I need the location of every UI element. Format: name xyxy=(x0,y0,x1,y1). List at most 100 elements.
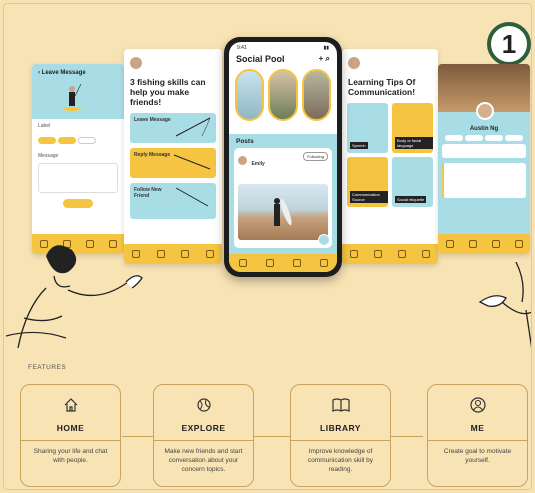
feature-card-home[interactable]: HOME Sharing your life and chat with peo… xyxy=(20,384,121,487)
tab-bar xyxy=(229,254,337,272)
tab-icon[interactable] xyxy=(205,250,214,258)
tab-icon[interactable] xyxy=(319,259,328,267)
hero-banner: ‹ Leave Message xyxy=(32,64,124,119)
post-username: Emily xyxy=(251,161,265,167)
tip-tile[interactable]: Speech xyxy=(347,103,388,153)
feature-card-library[interactable]: LIBRARY Improve knowledge of communicati… xyxy=(290,384,391,487)
label-chip[interactable] xyxy=(38,137,56,144)
tab-icon[interactable] xyxy=(468,240,477,248)
feature-description: Create goal to motivate yourself. xyxy=(443,448,512,464)
divider xyxy=(290,440,391,441)
features-label: FEATURES xyxy=(28,364,67,371)
tab-icon[interactable] xyxy=(181,250,190,258)
post-card[interactable]: Emily Following xyxy=(234,148,332,248)
tab-icon[interactable] xyxy=(156,250,165,258)
tag xyxy=(445,135,463,141)
tab-icon[interactable] xyxy=(491,240,500,248)
message-field-label: Message xyxy=(38,153,59,159)
tip-tile[interactable]: Communication Source xyxy=(347,157,388,207)
profile-avatar xyxy=(476,102,494,120)
story-item[interactable] xyxy=(235,69,265,121)
tab-bar xyxy=(438,234,530,254)
tip-tile[interactable]: Social etiquette xyxy=(392,157,433,207)
globe-icon xyxy=(194,395,214,415)
tag xyxy=(505,135,523,141)
tips-grid: Speech Body or facial language Communica… xyxy=(342,103,438,207)
label-chip[interactable] xyxy=(78,137,96,144)
book-icon xyxy=(331,395,351,415)
feature-title: EXPLORE xyxy=(181,423,226,433)
showcase-frame: 1 ‹ Leave Message Label Message 3 fishin… xyxy=(3,3,532,490)
feature-title: HOME xyxy=(56,423,85,433)
profile-body: Austin Ng xyxy=(438,112,530,234)
avatar xyxy=(348,57,360,69)
profile-name: Austin Ng xyxy=(469,126,499,132)
social-pool-screen: 9:41 ▮▮ Social Pool + ⌕ Posts Emily Follo… xyxy=(229,42,337,272)
label-chip[interactable] xyxy=(58,137,76,144)
follow-button[interactable]: Following xyxy=(303,152,328,161)
tab-icon[interactable] xyxy=(238,259,247,267)
learning-tips-screen: Learning Tips Of Communication! Speech B… xyxy=(342,49,438,264)
screen-title: 3 fishing skills can help you make frien… xyxy=(130,77,206,107)
person-illustration-icon xyxy=(478,262,531,348)
home-icon xyxy=(61,395,81,415)
app-title: Social Pool xyxy=(236,54,285,64)
screen-header: ‹ Leave Message xyxy=(38,70,86,76)
feature-title: LIBRARY xyxy=(320,423,361,433)
tab-icon[interactable] xyxy=(398,250,406,258)
add-icon[interactable]: + xyxy=(319,54,324,63)
send-button[interactable] xyxy=(63,199,93,208)
feature-card-explore[interactable]: EXPLORE Make new friends and start conve… xyxy=(153,384,254,487)
search-icon[interactable]: ⌕ xyxy=(326,54,330,63)
message-textarea[interactable] xyxy=(38,163,118,193)
avatar xyxy=(130,57,142,69)
tab-icon[interactable] xyxy=(445,240,454,248)
battery-icon: ▮▮ xyxy=(323,45,329,51)
feature-description: Improve knowledge of communication skill… xyxy=(307,448,374,473)
main-phone: 9:41 ▮▮ Social Pool + ⌕ Posts Emily Follo… xyxy=(224,37,342,277)
compose-button[interactable] xyxy=(318,234,330,246)
profile-tags xyxy=(438,135,530,141)
tag xyxy=(485,135,503,141)
feature-description: Make new friends and start conversation … xyxy=(164,448,243,473)
divider xyxy=(427,440,528,441)
surfer-photo-icon xyxy=(274,198,292,226)
fishing-rod-icon xyxy=(175,187,209,207)
fishing-rod-icon xyxy=(173,154,211,170)
post-image xyxy=(238,184,328,240)
fishing-rod-icon xyxy=(175,117,211,137)
story-item[interactable] xyxy=(268,69,298,121)
status-bar: 9:41 ▮▮ xyxy=(237,45,329,51)
feature-card-me[interactable]: ME Create goal to motivate yourself. xyxy=(427,384,528,487)
profile-stats xyxy=(442,144,526,158)
tab-icon[interactable] xyxy=(422,250,430,258)
tip-tile[interactable]: Body or facial language xyxy=(392,103,433,153)
posts-header: Posts xyxy=(236,138,254,145)
stories-row xyxy=(229,64,337,126)
tab-icon[interactable] xyxy=(292,259,301,267)
tab-icon[interactable] xyxy=(374,250,382,258)
feature-title: ME xyxy=(470,423,485,433)
story-item[interactable] xyxy=(301,69,331,121)
divider xyxy=(153,440,254,441)
skill-card[interactable]: Reply Message xyxy=(130,148,216,178)
screen-title: Learning Tips Of Communication! xyxy=(348,77,416,97)
skill-card[interactable]: Leave Message xyxy=(130,113,216,143)
tag xyxy=(465,135,483,141)
tab-icon[interactable] xyxy=(514,240,523,248)
tab-icon[interactable] xyxy=(265,259,274,267)
posts-section: Posts Emily Following xyxy=(229,134,337,254)
profile-about xyxy=(442,163,526,198)
avatar xyxy=(238,156,247,166)
tab-icon[interactable] xyxy=(350,250,358,258)
profile-screen: Austin Ng xyxy=(438,64,530,254)
tab-bar xyxy=(342,244,438,264)
person-illustration-icon xyxy=(6,245,143,349)
fisher-illustration-icon xyxy=(63,83,82,111)
feature-description: Sharing your life and chat with people. xyxy=(33,448,108,464)
app-header: Social Pool + ⌕ xyxy=(229,54,337,64)
skill-card[interactable]: Follow New Friend xyxy=(130,183,216,219)
divider xyxy=(20,440,121,441)
label-field[interactable]: Label xyxy=(38,123,118,149)
user-icon xyxy=(468,395,488,415)
